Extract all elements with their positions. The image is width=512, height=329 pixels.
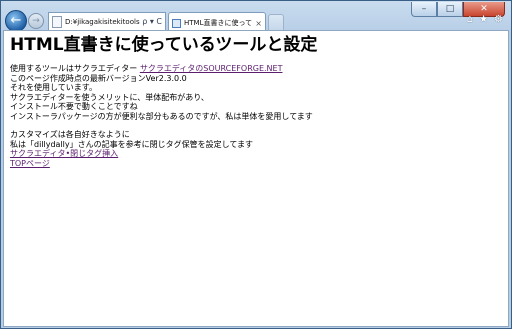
tab-title: HTML直書きに使っているツールと設定 — [184, 19, 253, 27]
search-refresh-icons[interactable]: ρ ▾ C — [142, 17, 162, 26]
arrow-right-icon: → — [32, 16, 40, 26]
text-line: 使用するツールはサクラエディター サクラエディタのSOURCEFORGE.NET — [10, 64, 502, 74]
home-icon[interactable]: ⌂ — [467, 14, 473, 26]
new-tab-button[interactable] — [268, 14, 284, 31]
text-line: インストール不要で動くことですね — [10, 102, 138, 111]
text-line: TOPページ — [10, 159, 502, 169]
address-bar[interactable]: D:¥jikagakisitekitools.html ρ ▾ C — [48, 12, 166, 31]
top-page-link[interactable]: TOPページ — [10, 159, 50, 168]
text-line: サクラエディターを使うメリットに、単体配布があり、 — [10, 92, 209, 102]
text-line: カスタマイズは各自好きなように — [10, 130, 130, 139]
tab-close-icon[interactable]: × — [255, 19, 262, 28]
favorites-star-icon[interactable]: ★ — [479, 14, 488, 26]
forward-button[interactable]: → — [28, 13, 44, 29]
gear-icon[interactable]: ⚙ — [494, 14, 503, 26]
ie-tab-icon — [172, 18, 181, 28]
page-title: HTML直書きに使っているツールと設定 — [10, 35, 318, 55]
page-viewport: HTML直書きに使っているツールと設定 使用するツールはサクラエディター サクラ… — [3, 30, 509, 327]
back-button[interactable]: ← — [5, 10, 27, 32]
text-line: インストーラパッケージの方が便利な部分もあるのですが、私は単体を愛用してます — [10, 111, 313, 121]
text-line: 私は「dillydally」さんの記事を参考に閉じタグ保管を設定してます — [10, 139, 253, 149]
text-line: サクラエディタ•閉じタグ挿入 — [10, 149, 502, 159]
page-content: HTML直書きに使っているツールと設定 使用するツールはサクラエディター サクラ… — [4, 31, 508, 171]
sourceforge-link[interactable]: サクラエディタのSOURCEFORGE.NET — [140, 64, 283, 73]
arrow-left-icon: ← — [10, 13, 22, 28]
address-text[interactable]: D:¥jikagakisitekitools.html — [65, 18, 140, 26]
toolbar-icons: ⌂ ★ ⚙ — [467, 14, 503, 26]
text-line: それを使用しています。 — [10, 83, 97, 92]
version-text: このページ作成時点の最新バージョンVer2.3.0.0 — [10, 73, 187, 83]
page-icon — [52, 15, 62, 28]
browser-window: – □ ✕ ← → D:¥jikagakisitekitools.html ρ … — [0, 0, 512, 329]
tool-intro-text: 使用するツールはサクラエディター — [10, 64, 140, 73]
close-tag-article-link[interactable]: サクラエディタ•閉じタグ挿入 — [10, 149, 118, 158]
